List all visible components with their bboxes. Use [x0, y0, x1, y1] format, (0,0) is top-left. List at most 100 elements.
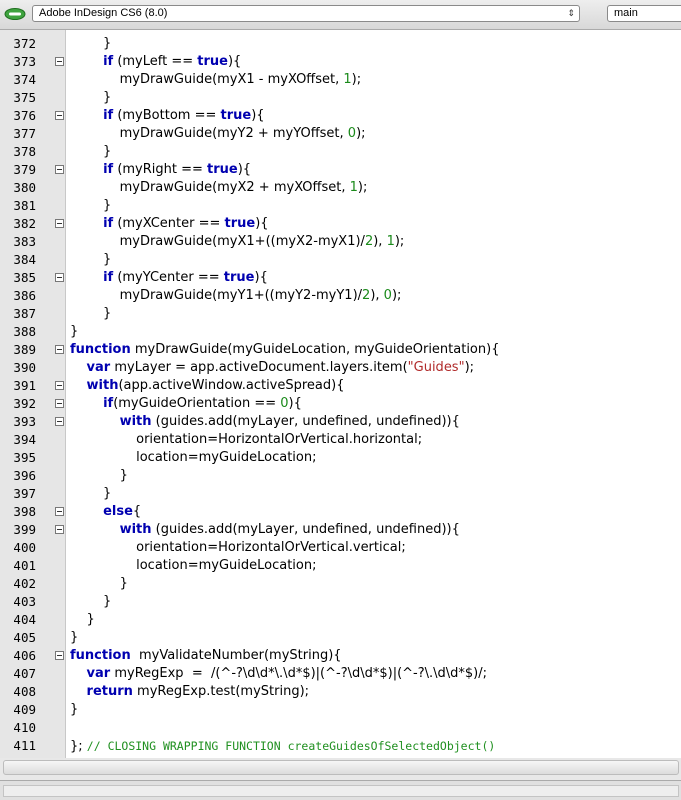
code-line[interactable]: 405}	[0, 629, 681, 647]
code-token: );	[394, 234, 405, 249]
code-line[interactable]: 387 }	[0, 305, 681, 323]
code-line[interactable]: 386 myDrawGuide(myY1+((myY2-myY1)/2), 0)…	[0, 287, 681, 305]
fold-toggle-icon[interactable]	[55, 111, 64, 120]
code-line[interactable]: 378 }	[0, 143, 681, 161]
code-text: }	[70, 485, 111, 503]
code-text: }	[70, 575, 128, 593]
code-line[interactable]: 373 if (myLeft == true){	[0, 53, 681, 71]
line-number: 409	[13, 702, 36, 717]
fold-toggle-icon[interactable]	[55, 345, 64, 354]
fold-toggle-icon[interactable]	[55, 57, 64, 66]
code-line[interactable]: 409}	[0, 701, 681, 719]
code-line[interactable]: 394 orientation=HorizontalOrVertical.hor…	[0, 431, 681, 449]
code-line[interactable]: 382 if (myXCenter == true){	[0, 215, 681, 233]
code-line[interactable]: 410	[0, 719, 681, 737]
fold-toggle-icon[interactable]	[55, 165, 64, 174]
code-line[interactable]: 411 }; // CLOSING WRAPPING FUNCTION creat…	[0, 737, 681, 755]
fold-toggle-icon[interactable]	[55, 399, 64, 408]
code-line[interactable]: 374 myDrawGuide(myX1 - myXOffset, 1);	[0, 71, 681, 89]
code-text: myDrawGuide(myY1+((myY2-myY1)/2), 0);	[70, 287, 402, 305]
code-line[interactable]: 381 }	[0, 197, 681, 215]
code-line[interactable]: 375 }	[0, 89, 681, 107]
fold-toggle-icon[interactable]	[55, 219, 64, 228]
fold-toggle-icon[interactable]	[55, 651, 64, 660]
code-line[interactable]: 399 with (guides.add(myLayer, undefined,…	[0, 521, 681, 539]
code-token: }	[70, 630, 79, 645]
number-token: 0	[280, 396, 289, 411]
code-text: location=myGuideLocation;	[70, 449, 316, 467]
code-line[interactable]: 377 myDrawGuide(myY2 + myYOffset, 0);	[0, 125, 681, 143]
fold-toggle-icon[interactable]	[55, 273, 64, 282]
line-number: 376	[13, 108, 36, 123]
code-line[interactable]: 376 if (myBottom == true){	[0, 107, 681, 125]
code-text: function myValidateNumber(myString){	[70, 647, 342, 665]
code-token: myRegExp = /(^-?\d\d*\.\d*$)|(^-?\d\d*$)…	[110, 666, 488, 681]
code-line[interactable]: 401 location=myGuideLocation;	[0, 557, 681, 575]
code-line[interactable]: 389 function myDrawGuide(myGuideLocation,…	[0, 341, 681, 359]
code-line[interactable]: 400 orientation=HorizontalOrVertical.ver…	[0, 539, 681, 557]
number-token: 1	[349, 180, 358, 195]
code-line[interactable]: 391 with(app.activeWindow.activeSpread){	[0, 377, 681, 395]
code-line[interactable]: 385 if (myYCenter == true){	[0, 269, 681, 287]
code-line[interactable]: 396 }	[0, 467, 681, 485]
fold-toggle-icon[interactable]	[55, 507, 64, 516]
code-token: );	[391, 288, 402, 303]
code-line[interactable]: 406 function myValidateNumber(myString){	[0, 647, 681, 665]
code-line[interactable]: 390 var myLayer = app.activeDocument.lay…	[0, 359, 681, 377]
code-line[interactable]: 402 }	[0, 575, 681, 593]
code-token: }	[70, 252, 112, 267]
function-navigator-label: main	[614, 7, 638, 19]
number-token: 0	[383, 288, 392, 303]
keyword-token: return	[86, 684, 133, 699]
line-number: 410	[13, 720, 36, 735]
keyword-token: with	[119, 522, 152, 537]
code-line[interactable]: 383 myDrawGuide(myX1+((myX2-myX1)/2), 1)…	[0, 233, 681, 251]
line-number: 374	[13, 72, 36, 87]
code-line[interactable]: 404 }	[0, 611, 681, 629]
code-line[interactable]: 379 if (myRight == true){	[0, 161, 681, 179]
code-line[interactable]: 380 myDrawGuide(myX2 + myXOffset, 1);	[0, 179, 681, 197]
line-number: 386	[13, 288, 36, 303]
line-number: 378	[13, 144, 36, 159]
line-number: 411	[13, 738, 36, 753]
number-token: 1	[343, 72, 352, 87]
code-line[interactable]: 392 if(myGuideOrientation == 0){	[0, 395, 681, 413]
code-line[interactable]: 397 }	[0, 485, 681, 503]
code-text: myDrawGuide(myY2 + myYOffset, 0);	[70, 125, 366, 143]
code-editor[interactable]: 372 } 373 if (myLeft == true){374 myDrawG…	[0, 30, 681, 758]
code-token: ),	[370, 288, 384, 303]
line-number: 403	[13, 594, 36, 609]
fold-toggle-icon[interactable]	[55, 381, 64, 390]
code-line[interactable]: 408 return myRegExp.test(myString);	[0, 683, 681, 701]
horizontal-scrollbar[interactable]	[3, 760, 679, 775]
code-line[interactable]: 388}	[0, 323, 681, 341]
code-text: }; // CLOSING WRAPPING FUNCTION createGu…	[70, 737, 495, 756]
fold-toggle-icon[interactable]	[55, 417, 64, 426]
code-line[interactable]: 398 else{	[0, 503, 681, 521]
code-line[interactable]: 395 location=myGuideLocation;	[0, 449, 681, 467]
code-text: with (guides.add(myLayer, undefined, und…	[70, 521, 460, 539]
code-line[interactable]: 384 }	[0, 251, 681, 269]
code-text: }	[70, 197, 111, 215]
code-token: orientation=HorizontalOrVertical.vertica…	[70, 540, 406, 555]
line-number: 394	[13, 432, 36, 447]
code-line[interactable]: 393 with (guides.add(myLayer, undefined,…	[0, 413, 681, 431]
keyword-token: function	[70, 342, 131, 357]
target-application-select[interactable]: Adobe InDesign CS6 (8.0) ⇕	[32, 5, 580, 22]
code-text: if(myGuideOrientation == 0){	[70, 395, 302, 413]
code-line[interactable]: 403 }	[0, 593, 681, 611]
fold-toggle-icon[interactable]	[55, 525, 64, 534]
function-navigator-field[interactable]: main	[607, 5, 681, 22]
line-number: 399	[13, 522, 36, 537]
link-icon[interactable]	[3, 6, 27, 22]
code-token: (app.activeWindow.activeSpread){	[118, 378, 345, 393]
code-line[interactable]: 407 var myRegExp = /(^-?\d\d*\.\d*$)|(^-…	[0, 665, 681, 683]
code-text: if (myRight == true){	[70, 161, 251, 179]
line-number: 372	[13, 36, 36, 51]
code-line[interactable]: 372 }	[0, 35, 681, 53]
code-text: }	[70, 701, 78, 719]
number-token: 1	[386, 234, 395, 249]
